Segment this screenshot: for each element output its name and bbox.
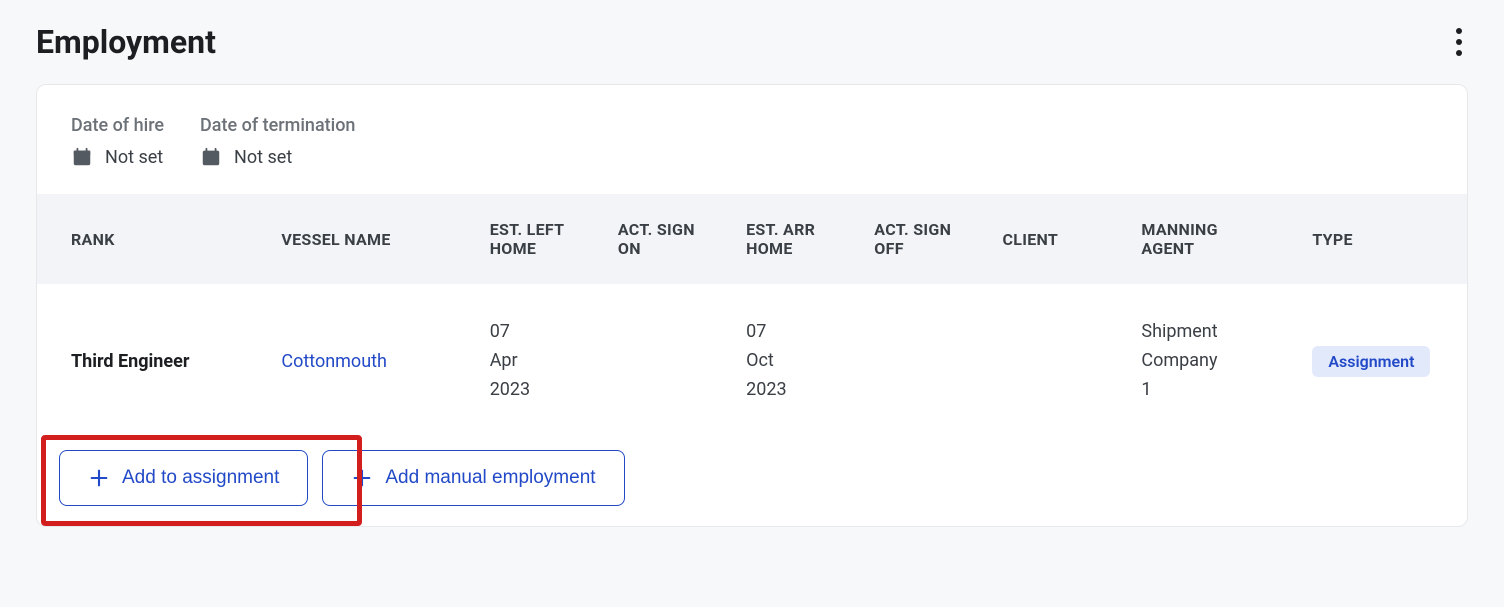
cell-manning: Shipment Company 1: [1121, 284, 1292, 438]
table-header-row: RANK VESSEL NAME EST. LEFT HOME ACT. SIG…: [37, 194, 1467, 284]
employment-card: Date of hire Not set Date of termination…: [36, 84, 1468, 527]
employment-table-scroll[interactable]: RANK VESSEL NAME EST. LEFT HOME ACT. SIG…: [37, 194, 1467, 438]
type-badge: Assignment: [1312, 346, 1430, 377]
add-manual-employment-label: Add manual employment: [385, 467, 595, 489]
table-row: Third Engineer Cottonmouth 07 Apr 2023 0…: [37, 284, 1467, 438]
col-act-sign-off: ACT. SIGN OFF: [854, 194, 982, 284]
date-of-hire-value: Not set: [105, 147, 163, 168]
col-client: CLIENT: [983, 194, 1122, 284]
more-options-button[interactable]: [1450, 22, 1468, 62]
vessel-link[interactable]: Cottonmouth: [281, 351, 387, 372]
cell-type: Assignment: [1292, 284, 1467, 438]
plus-icon: [88, 467, 110, 489]
col-vessel: VESSEL NAME: [261, 194, 469, 284]
add-manual-employment-button[interactable]: Add manual employment: [322, 450, 624, 506]
col-act-sign-on: ACT. SIGN ON: [598, 194, 726, 284]
add-to-assignment-label: Add to assignment: [122, 467, 279, 489]
cell-est-left: 07 Apr 2023: [470, 284, 598, 438]
date-of-hire-label: Date of hire: [71, 115, 164, 136]
col-est-left: EST. LEFT HOME: [470, 194, 598, 284]
calendar-icon: [200, 146, 222, 168]
col-rank: RANK: [37, 194, 261, 284]
page-title: Employment: [36, 23, 216, 61]
actions-row: Add to assignment Add manual employment: [37, 438, 1467, 526]
calendar-icon: [71, 146, 93, 168]
dates-section: Date of hire Not set Date of termination…: [37, 85, 1467, 194]
cell-act-sign-off: [854, 284, 982, 438]
add-to-assignment-button[interactable]: Add to assignment: [59, 450, 308, 506]
date-of-termination-field: Date of termination Not set: [200, 115, 355, 168]
cell-est-arr: 07 Oct 2023: [726, 284, 854, 438]
cell-rank: Third Engineer: [37, 284, 261, 438]
col-manning: MANNING AGENT: [1121, 194, 1292, 284]
col-est-arr: EST. ARR HOME: [726, 194, 854, 284]
cell-act-sign-on: [598, 284, 726, 438]
cell-client: [983, 284, 1122, 438]
date-of-termination-value: Not set: [234, 147, 292, 168]
employment-table: RANK VESSEL NAME EST. LEFT HOME ACT. SIG…: [37, 194, 1467, 438]
date-of-termination-label: Date of termination: [200, 115, 355, 136]
date-of-hire-field: Date of hire Not set: [71, 115, 164, 168]
plus-icon: [351, 467, 373, 489]
col-type: TYPE: [1292, 194, 1467, 284]
